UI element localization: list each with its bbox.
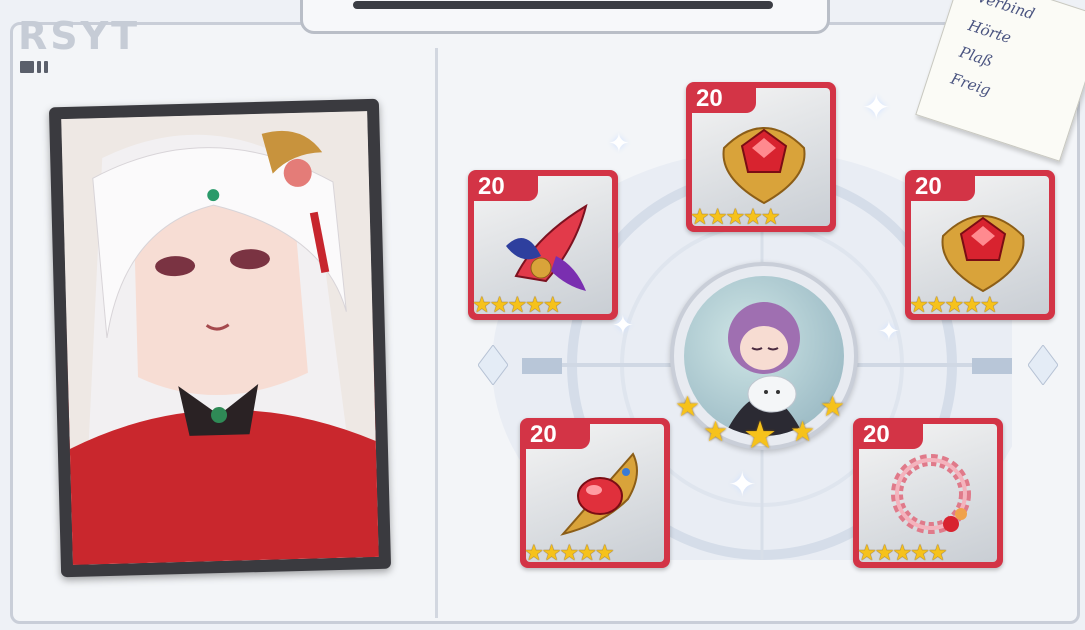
top-plate [300,0,830,34]
ruby-brooch-icon [941,215,1025,293]
equipment-slot-upper-right[interactable]: 20 ★★★★★ [905,170,1055,320]
level-badge: 20 [909,173,975,201]
menu-indicator-icon[interactable] [20,60,51,78]
level-badge: 20 [524,421,590,449]
ruby-brooch-icon [722,127,806,205]
feather-wing-icon [506,203,588,291]
equipment-slot-upper-left[interactable]: 20 ★★★★★ [468,170,618,320]
left-crystal-icon [477,344,509,386]
sparkle-icon: ✦ [862,89,891,127]
level-badge: 20 [690,85,756,113]
star-rating: ★★★★★ [690,204,781,229]
star-rating: ★★★★★ [909,292,1000,317]
avatar-star-icon: ★ [820,391,846,422]
right-crystal-icon [1027,344,1059,386]
equipment-slot-top[interactable]: 20 ★★★★★ [686,82,836,232]
equipment-slot-lower-right[interactable]: 20 ★★★★★ [853,418,1003,568]
star-rating: ★★★★★ [524,540,615,565]
avatar-star-icon: ★ [743,415,778,457]
avatar-star-icon: ★ [790,416,816,447]
logo-text: RSYT [18,14,141,58]
note-line-2: Hörte [965,16,1014,48]
star-rating: ★★★★★ [472,292,563,317]
note-line-3: Plaß [957,42,995,71]
sparkle-icon: ✦ [878,316,900,346]
sparkle-icon: ✦ [608,128,630,158]
avatar-star-icon: ★ [703,416,729,447]
character-portrait-art [61,111,379,565]
level-badge: 20 [472,173,538,201]
ruby-scepter-icon [560,452,638,536]
note-line-4: Freig [948,69,993,100]
avatar-star-icon: ★ [675,391,701,422]
equipment-slot-lower-left[interactable]: 20 ★★★★★ [520,418,670,568]
panel-divider [435,48,438,618]
level-badge: 20 [857,421,923,449]
sparkle-icon: ✦ [728,466,757,504]
flower-wreath-icon [891,454,971,534]
character-portrait[interactable] [48,98,392,578]
star-rating: ★★★★★ [857,540,948,565]
